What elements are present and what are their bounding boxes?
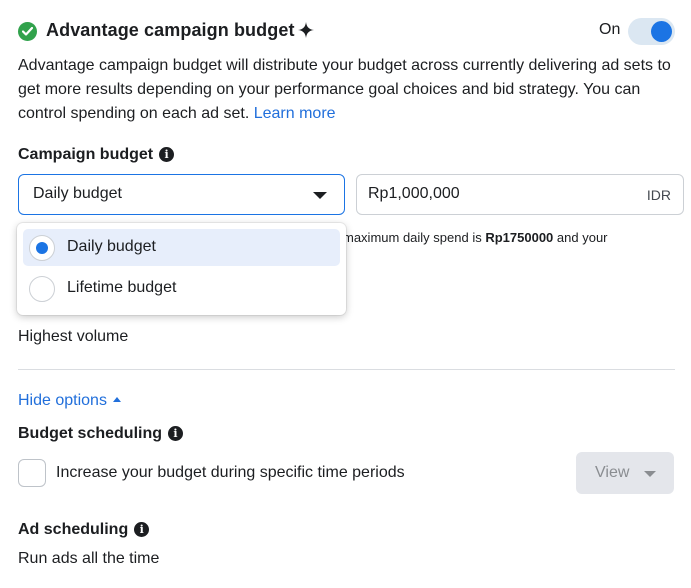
caret-down-icon xyxy=(313,192,327,199)
toggle-knob xyxy=(651,21,672,42)
description-text: Advantage campaign budget will distribut… xyxy=(18,57,671,122)
option-label: Lifetime budget xyxy=(67,279,177,296)
ad-scheduling-label: Ad scheduling i xyxy=(18,521,150,539)
hide-options-link[interactable]: Hide options xyxy=(18,392,121,410)
view-button[interactable]: View xyxy=(576,452,674,494)
hint-suffix: and your xyxy=(556,230,608,245)
info-icon[interactable]: i xyxy=(134,522,150,537)
hint-max-spend: Rp1750000 xyxy=(485,230,554,245)
advantage-budget-title: Advantage campaign budget xyxy=(46,20,295,40)
radio-unselected-icon xyxy=(29,276,55,302)
budget-scheduling-checkbox-label[interactable]: Increase your budget during specific tim… xyxy=(56,464,405,482)
toggle-state-label: On xyxy=(599,21,621,38)
budget-hint: maximum daily spend is Rp1750000 and you… xyxy=(343,228,608,248)
budget-scheduling-label: Budget scheduling i xyxy=(18,425,183,443)
check-circle-icon xyxy=(18,22,37,41)
sparkle-icon xyxy=(298,22,314,38)
caret-down-icon xyxy=(644,471,656,477)
caret-up-icon xyxy=(112,397,121,402)
budget-amount-value: Rp1,000,000 xyxy=(368,185,460,202)
learn-more-link[interactable]: Learn more xyxy=(254,105,336,122)
view-button-label: View xyxy=(595,464,630,481)
radio-selected-icon xyxy=(29,235,55,261)
advantage-budget-toggle[interactable] xyxy=(628,18,675,45)
ad-scheduling-value: Run ads all the time xyxy=(18,550,160,567)
info-icon[interactable]: i xyxy=(159,147,175,162)
campaign-budget-label: Campaign budget i xyxy=(18,146,175,164)
hint-prefix: maximum daily spend is xyxy=(343,230,482,245)
budget-type-select[interactable]: Daily budget xyxy=(18,174,345,215)
option-label: Daily budget xyxy=(67,238,156,255)
budget-scheduling-checkbox[interactable] xyxy=(18,459,46,487)
option-daily-budget[interactable]: Daily budget xyxy=(23,229,340,266)
currency-label: IDR xyxy=(646,187,671,203)
ad-scheduling-label-text: Ad scheduling xyxy=(18,521,129,538)
section-divider xyxy=(18,369,675,370)
budget-scheduling-label-text: Budget scheduling xyxy=(18,425,162,442)
info-icon[interactable]: i xyxy=(168,426,183,441)
hide-options-label: Hide options xyxy=(18,392,107,409)
budget-amount-input[interactable]: Rp1,000,000 IDR xyxy=(356,174,684,215)
advantage-budget-description: Advantage campaign budget will distribut… xyxy=(18,54,673,126)
option-lifetime-budget[interactable]: Lifetime budget xyxy=(23,270,340,307)
bid-strategy-value: Highest volume xyxy=(18,328,129,345)
campaign-budget-label-text: Campaign budget xyxy=(18,146,154,163)
budget-type-dropdown: Daily budget Lifetime budget xyxy=(17,223,346,315)
budget-type-value: Daily budget xyxy=(33,185,122,202)
